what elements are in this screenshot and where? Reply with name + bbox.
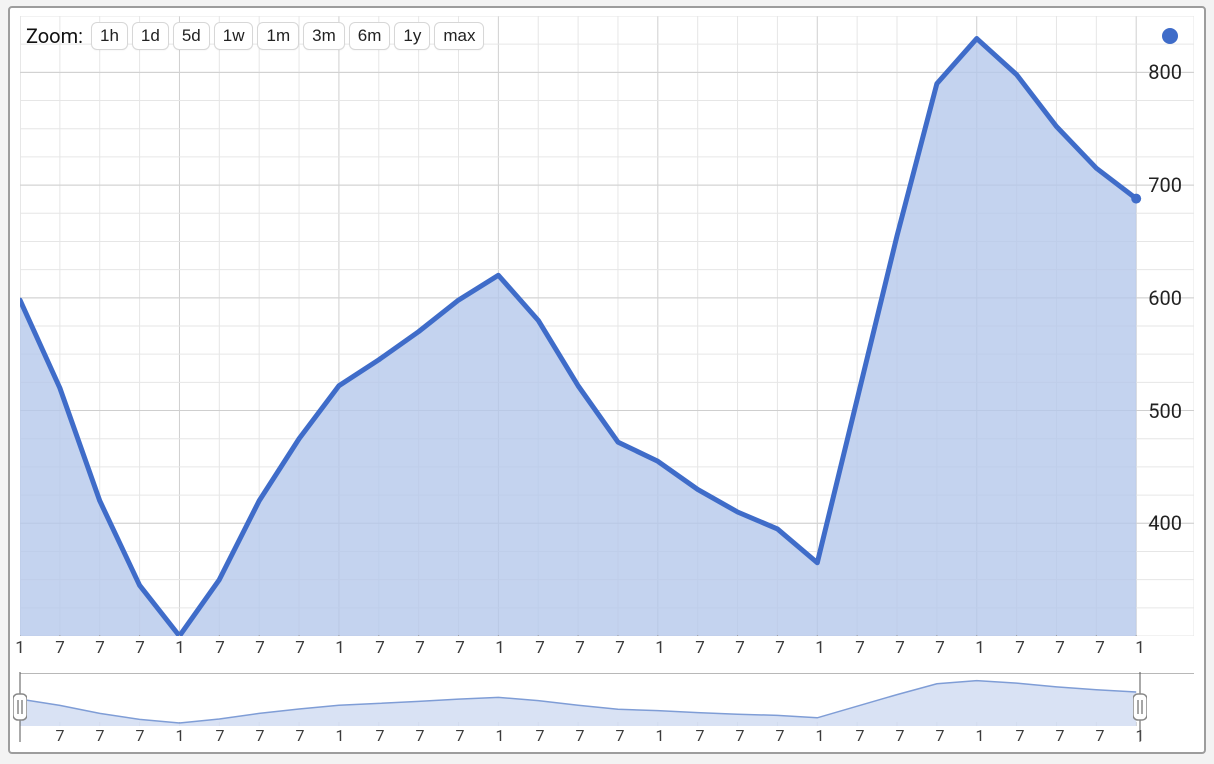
y-tick-500: 500	[1148, 399, 1182, 423]
zoom-1d[interactable]: 1d	[132, 22, 169, 50]
x-tick-overview-24: 7	[1016, 726, 1025, 745]
x-tick-overview-7: 1	[336, 726, 345, 745]
x-tick-main-14: 7	[575, 638, 585, 658]
x-tick-main-28: 1	[1135, 638, 1145, 658]
zoom-1h[interactable]: 1h	[91, 22, 128, 50]
x-tick-overview-14: 7	[616, 726, 625, 745]
x-tick-main-11: 7	[455, 638, 465, 658]
x-tick-overview-18: 7	[776, 726, 785, 745]
x-tick-main-20: 1	[815, 638, 825, 658]
main-chart[interactable]	[20, 16, 1194, 636]
x-tick-overview-11: 1	[496, 726, 505, 745]
x-tick-main-15: 7	[615, 638, 625, 658]
x-tick-overview-5: 7	[256, 726, 265, 745]
zoom-1y[interactable]: 1y	[394, 22, 430, 50]
x-tick-main-2: 7	[95, 638, 105, 658]
zoom-1w[interactable]: 1w	[214, 22, 254, 50]
x-tick-overview-13: 7	[576, 726, 585, 745]
x-tick-main-1: 7	[55, 638, 65, 658]
x-tick-overview-22: 7	[936, 726, 945, 745]
zoom-controls: Zoom: 1h 1d 5d 1w 1m 3m 6m 1y max	[26, 22, 484, 50]
x-tick-overview-20: 7	[856, 726, 865, 745]
x-tick-overview-0: 7	[56, 726, 65, 745]
x-tick-main-3: 7	[135, 638, 145, 658]
range-handle-left[interactable]	[13, 672, 27, 742]
x-tick-overview-8: 7	[376, 726, 385, 745]
x-tick-overview-17: 7	[736, 726, 745, 745]
x-tick-main-22: 7	[895, 638, 905, 658]
y-tick-700: 700	[1148, 173, 1182, 197]
x-tick-main-0: 1	[15, 638, 25, 658]
zoom-3m[interactable]: 3m	[303, 22, 345, 50]
x-tick-main-16: 1	[655, 638, 665, 658]
zoom-1m[interactable]: 1m	[257, 22, 299, 50]
y-tick-800: 800	[1148, 60, 1182, 84]
x-tick-overview-26: 7	[1096, 726, 1105, 745]
x-tick-main-21: 7	[855, 638, 865, 658]
x-tick-overview-19: 1	[816, 726, 825, 745]
x-tick-main-10: 7	[415, 638, 425, 658]
y-tick-600: 600	[1148, 286, 1182, 310]
x-axis-overview: 7771777177717771777177717771	[20, 726, 1198, 750]
x-tick-overview-16: 7	[696, 726, 705, 745]
x-tick-main-26: 7	[1055, 638, 1065, 658]
x-tick-main-13: 7	[535, 638, 545, 658]
x-tick-main-23: 7	[935, 638, 945, 658]
zoom-6m[interactable]: 6m	[349, 22, 391, 50]
x-tick-overview-10: 7	[456, 726, 465, 745]
x-tick-main-27: 7	[1095, 638, 1105, 658]
x-tick-overview-4: 7	[216, 726, 225, 745]
x-tick-overview-6: 7	[296, 726, 305, 745]
x-tick-overview-15: 1	[656, 726, 665, 745]
x-tick-main-6: 7	[255, 638, 265, 658]
x-tick-main-18: 7	[735, 638, 745, 658]
x-tick-main-24: 1	[975, 638, 985, 658]
overview-chart[interactable]	[20, 673, 1194, 726]
x-axis-main: 17771777177717771777177717771	[20, 638, 1198, 662]
x-tick-overview-21: 7	[896, 726, 905, 745]
x-tick-overview-1: 7	[96, 726, 105, 745]
x-tick-main-9: 7	[375, 638, 385, 658]
legend-series-1-dot	[1162, 28, 1178, 44]
x-tick-main-8: 1	[335, 638, 345, 658]
zoom-5d[interactable]: 5d	[173, 22, 210, 50]
x-tick-overview-12: 7	[536, 726, 545, 745]
x-tick-overview-2: 7	[136, 726, 145, 745]
y-tick-400: 400	[1148, 511, 1182, 535]
chart-frame: Zoom: 1h 1d 5d 1w 1m 3m 6m 1y max 400 500…	[8, 6, 1206, 754]
x-tick-main-7: 7	[295, 638, 305, 658]
zoom-max[interactable]: max	[434, 22, 484, 50]
x-tick-overview-3: 1	[176, 726, 185, 745]
x-tick-overview-9: 7	[416, 726, 425, 745]
zoom-label: Zoom:	[26, 24, 83, 48]
range-handle-right[interactable]	[1133, 672, 1147, 742]
x-tick-main-25: 7	[1015, 638, 1025, 658]
x-tick-main-5: 7	[215, 638, 225, 658]
x-tick-main-4: 1	[175, 638, 185, 658]
x-tick-main-17: 7	[695, 638, 705, 658]
x-tick-main-19: 7	[775, 638, 785, 658]
x-tick-overview-23: 1	[976, 726, 985, 745]
x-tick-overview-25: 7	[1056, 726, 1065, 745]
x-tick-main-12: 1	[495, 638, 505, 658]
